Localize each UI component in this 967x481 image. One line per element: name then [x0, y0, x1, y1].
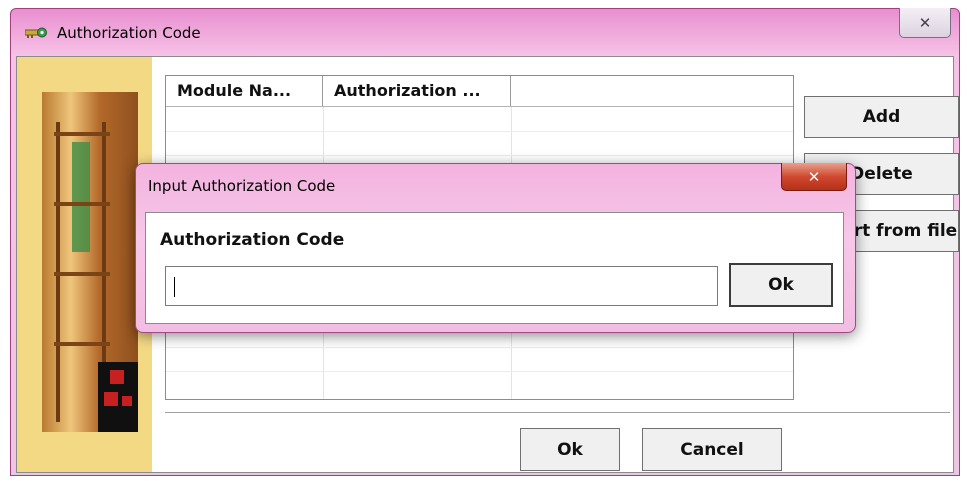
column-header-blank [511, 76, 793, 106]
key-icon [24, 25, 47, 39]
dialog-client-area: Authorization Code Ok [145, 212, 844, 324]
cancel-button[interactable]: Cancel [642, 428, 782, 471]
input-authorization-code-dialog: Input Authorization Code ✕ Authorization… [135, 163, 856, 333]
add-button[interactable]: Add [804, 96, 959, 138]
ok-button[interactable]: Ok [520, 428, 620, 471]
window-title: Authorization Code [57, 24, 201, 42]
authorization-code-input[interactable] [165, 266, 718, 306]
close-icon: ✕ [807, 167, 821, 186]
dialog-close-button[interactable]: ✕ [781, 163, 847, 191]
row-divider [166, 347, 793, 348]
window-close-button[interactable]: ✕ [899, 8, 951, 38]
row-divider [166, 131, 793, 132]
column-header-module-name[interactable]: Module Na... [166, 76, 323, 106]
window-titlebar[interactable]: Authorization Code ✕ [11, 8, 959, 53]
dialog-title[interactable]: Input Authorization Code [148, 177, 335, 195]
close-icon: ✕ [918, 13, 932, 32]
dialog-ok-button[interactable]: Ok [729, 263, 833, 307]
bottom-divider [165, 412, 950, 414]
row-divider [166, 155, 793, 156]
side-panel [17, 57, 152, 472]
column-header-authorization-code[interactable]: Authorization ... [323, 76, 511, 106]
authorization-code-label: Authorization Code [160, 230, 345, 250]
table-header: Module Na... Authorization ... [166, 76, 793, 107]
row-divider [166, 371, 793, 372]
text-caret [174, 277, 175, 297]
decorative-photo [42, 92, 138, 432]
